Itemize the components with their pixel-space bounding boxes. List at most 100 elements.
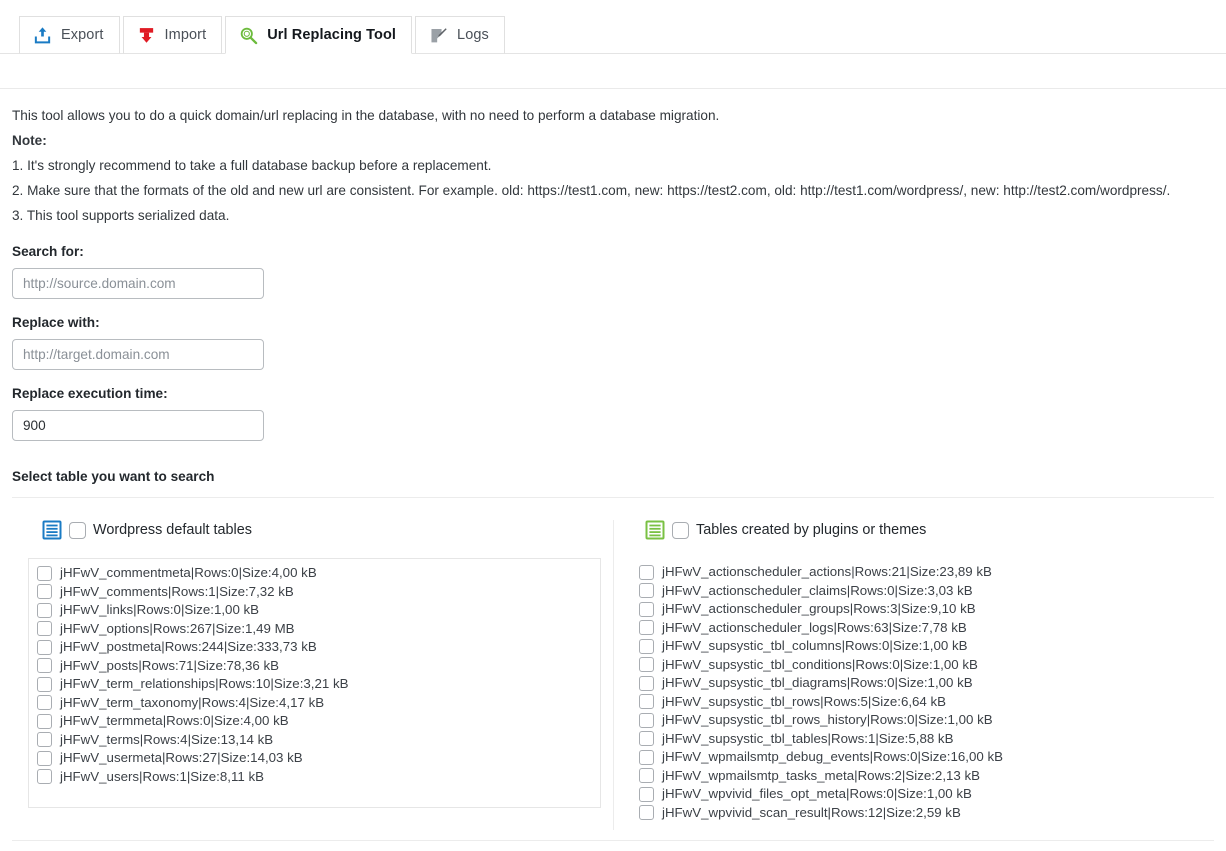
list-item[interactable]: jHFwV_actionscheduler_actions|Rows:21|Si… [639, 563, 1194, 582]
table-checkbox[interactable] [37, 713, 52, 729]
replace-with-input[interactable] [12, 339, 264, 370]
table-checkbox[interactable] [639, 694, 654, 709]
wordpress-default-tables-column: Wordpress default tables jHFwV_commentme… [12, 520, 613, 830]
list-item[interactable]: jHFwV_actionscheduler_logs|Rows:63|Size:… [639, 619, 1194, 638]
list-item[interactable]: jHFwV_actionscheduler_groups|Rows:3|Size… [639, 600, 1194, 619]
table-label: jHFwV_term_taxonomy|Rows:4|Size:4,17 kB [60, 694, 325, 710]
table-checkbox[interactable] [639, 675, 654, 691]
tab-export[interactable]: Export [19, 16, 120, 54]
tab-logs-label: Logs [457, 27, 489, 43]
list-item[interactable]: jHFwV_supsystic_tbl_conditions|Rows:0|Si… [639, 656, 1194, 675]
list-item[interactable]: jHFwV_users|Rows:1|Size:8,11 kB [37, 768, 592, 787]
replace-execution-time-label: Replace execution time: [12, 386, 168, 401]
table-checkbox[interactable] [639, 805, 654, 820]
list-item[interactable]: jHFwV_term_relationships|Rows:10|Size:3,… [37, 675, 592, 694]
table-checkbox[interactable] [639, 657, 654, 672]
table-checkbox[interactable] [37, 658, 52, 673]
plugin-tables-title: Tables created by plugins or themes [696, 522, 927, 538]
table-checkbox[interactable] [639, 768, 654, 783]
blue-list-icon [42, 520, 62, 540]
list-item[interactable]: jHFwV_wpvivid_scan_result|Rows:12|Size:2… [639, 804, 1194, 823]
select-all-wordpress-tables-checkbox[interactable] [69, 521, 86, 539]
table-checkbox[interactable] [639, 786, 654, 802]
table-checkbox[interactable] [639, 712, 654, 728]
list-item[interactable]: jHFwV_terms|Rows:4|Size:13,14 kB [37, 731, 592, 750]
table-checkbox[interactable] [639, 731, 654, 746]
table-label: jHFwV_wpvivid_scan_result|Rows:12|Size:2… [662, 804, 961, 820]
note-item-3: 3. This tool supports serialized data. [12, 208, 230, 223]
description-intro: This tool allows you to do a quick domai… [12, 108, 720, 123]
table-checkbox[interactable] [37, 732, 52, 747]
url-replacing-panel: This tool allows you to do a quick domai… [0, 88, 1226, 851]
table-label: jHFwV_supsystic_tbl_rows|Rows:5|Size:6,6… [662, 693, 947, 709]
table-checkbox[interactable] [639, 583, 654, 598]
select-table-label: Select table you want to search [12, 469, 215, 484]
list-item[interactable]: jHFwV_supsystic_tbl_rows_history|Rows:0|… [639, 711, 1194, 730]
list-item[interactable]: jHFwV_usermeta|Rows:27|Size:14,03 kB [37, 749, 592, 768]
list-item[interactable]: jHFwV_posts|Rows:71|Size:78,36 kB [37, 657, 592, 676]
list-item[interactable]: jHFwV_options|Rows:267|Size:1,49 MB [37, 620, 592, 639]
list-item[interactable]: jHFwV_supsystic_tbl_columns|Rows:0|Size:… [639, 637, 1194, 656]
table-checkbox[interactable] [639, 638, 654, 654]
table-checkbox[interactable] [639, 564, 654, 580]
search-for-input[interactable] [12, 268, 264, 299]
list-item[interactable]: jHFwV_postmeta|Rows:244|Size:333,73 kB [37, 638, 592, 657]
table-checkbox[interactable] [37, 769, 52, 784]
list-item[interactable]: jHFwV_links|Rows:0|Size:1,00 kB [37, 601, 592, 620]
list-item[interactable]: jHFwV_actionscheduler_claims|Rows:0|Size… [639, 582, 1194, 601]
list-item[interactable]: jHFwV_commentmeta|Rows:0|Size:4,00 kB [37, 564, 592, 583]
list-item[interactable]: jHFwV_termmeta|Rows:0|Size:4,00 kB [37, 712, 592, 731]
tab-import-label: Import [164, 27, 207, 43]
tab-export-label: Export [61, 27, 104, 43]
table-label: jHFwV_commentmeta|Rows:0|Size:4,00 kB [60, 565, 317, 580]
table-label: jHFwV_comments|Rows:1|Size:7,32 kB [60, 583, 294, 599]
table-label: jHFwV_wpmailsmtp_debug_events|Rows:0|Siz… [662, 749, 1003, 764]
search-for-label: Search for: [12, 244, 84, 259]
select-all-plugin-tables-checkbox[interactable] [672, 521, 689, 539]
note-item-2: 2. Make sure that the formats of the old… [12, 183, 1171, 198]
table-label: jHFwV_wpvivid_files_opt_meta|Rows:0|Size… [662, 786, 972, 801]
table-label: jHFwV_supsystic_tbl_tables|Rows:1|Size:5… [662, 730, 954, 746]
list-item[interactable]: jHFwV_wpmailsmtp_debug_events|Rows:0|Siz… [639, 748, 1194, 767]
table-checkbox[interactable] [37, 621, 52, 636]
table-checkbox[interactable] [639, 620, 654, 635]
table-checkbox[interactable] [37, 695, 52, 710]
list-item[interactable]: jHFwV_wpmailsmtp_tasks_meta|Rows:2|Size:… [639, 767, 1194, 786]
table-checkbox[interactable] [37, 602, 52, 618]
import-download-icon [137, 26, 156, 45]
list-item[interactable]: jHFwV_supsystic_tbl_diagrams|Rows:0|Size… [639, 674, 1194, 693]
wordpress-default-tables-title: Wordpress default tables [93, 522, 252, 538]
list-item[interactable]: jHFwV_comments|Rows:1|Size:7,32 kB [37, 583, 592, 602]
tab-url-replacing-tool-label: Url Replacing Tool [267, 27, 397, 43]
tab-logs[interactable]: Logs [415, 16, 505, 54]
table-label: jHFwV_users|Rows:1|Size:8,11 kB [60, 768, 264, 784]
tab-import[interactable]: Import [122, 16, 223, 54]
table-checkbox[interactable] [37, 639, 52, 655]
table-label: jHFwV_posts|Rows:71|Size:78,36 kB [60, 657, 280, 673]
table-label: jHFwV_postmeta|Rows:244|Size:333,73 kB [60, 639, 317, 654]
table-label: jHFwV_supsystic_tbl_conditions|Rows:0|Si… [662, 656, 978, 672]
plugin-tables-header: Tables created by plugins or themes [631, 520, 1202, 540]
note-item-1: 1. It's strongly recommend to take a ful… [12, 158, 492, 173]
table-label: jHFwV_supsystic_tbl_columns|Rows:0|Size:… [662, 638, 968, 653]
table-label: jHFwV_actionscheduler_claims|Rows:0|Size… [662, 582, 973, 598]
replace-with-label: Replace with: [12, 315, 100, 330]
table-checkbox[interactable] [37, 750, 52, 766]
export-upload-icon [33, 26, 52, 45]
wordpress-default-tables-list: jHFwV_commentmeta|Rows:0|Size:4,00 kB jH… [28, 558, 601, 808]
table-checkbox[interactable] [37, 584, 52, 599]
table-checkbox[interactable] [37, 565, 52, 581]
table-label: jHFwV_actionscheduler_logs|Rows:63|Size:… [662, 619, 967, 635]
table-checkbox[interactable] [639, 749, 654, 765]
table-checkbox[interactable] [37, 676, 52, 692]
tab-url-replacing-tool[interactable]: Url Replacing Tool [225, 16, 413, 54]
list-item[interactable]: jHFwV_supsystic_tbl_rows|Rows:5|Size:6,6… [639, 693, 1194, 712]
replace-execution-time-input[interactable] [12, 410, 264, 441]
list-item[interactable]: jHFwV_supsystic_tbl_tables|Rows:1|Size:5… [639, 730, 1194, 749]
table-label: jHFwV_usermeta|Rows:27|Size:14,03 kB [60, 750, 303, 765]
note-pencil-icon [429, 26, 448, 45]
table-selection-area: Wordpress default tables jHFwV_commentme… [12, 497, 1214, 841]
list-item[interactable]: jHFwV_term_taxonomy|Rows:4|Size:4,17 kB [37, 694, 592, 713]
list-item[interactable]: jHFwV_wpvivid_files_opt_meta|Rows:0|Size… [639, 785, 1194, 804]
table-checkbox[interactable] [639, 601, 654, 617]
